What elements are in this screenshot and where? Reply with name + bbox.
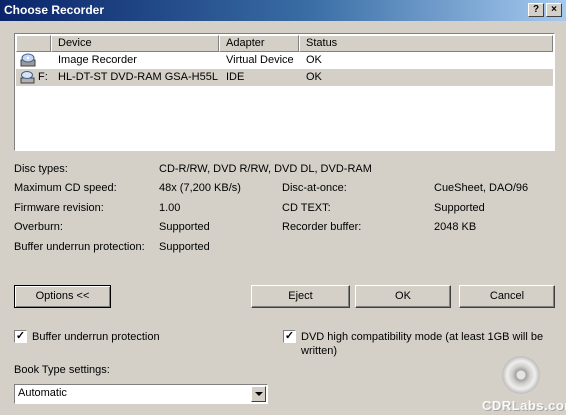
column-header-adapter[interactable]: Adapter [219,35,299,52]
eject-button[interactable]: Eject [251,285,350,308]
buffer-underrun-checkbox[interactable]: ✓ [14,330,27,343]
device-row-image-recorder[interactable]: Image Recorder Virtual Device OK [16,52,553,69]
disc-types-label: Disc types: [14,163,68,175]
book-type-label: Book Type settings: [14,364,110,376]
close-button[interactable]: × [546,3,562,17]
device-status: OK [306,54,322,66]
max-speed-label: Maximum CD speed: [14,182,117,194]
cdtext-label: CD TEXT: [282,202,331,214]
window-title: Choose Recorder [4,3,105,17]
cdtext-value: Supported [434,202,485,214]
column-header-icon[interactable] [16,35,51,52]
firmware-label: Firmware revision: [14,202,104,214]
watermark: CDRLabs.com [482,398,566,413]
ok-button[interactable]: OK [355,285,451,308]
title-bar: Choose Recorder ? × [0,0,566,21]
overburn-value: Supported [159,221,210,233]
book-type-value: Automatic [18,387,67,399]
book-type-select[interactable]: Automatic [14,384,268,404]
dao-value: CueSheet, DAO/96 [434,182,529,194]
device-status: OK [306,71,322,83]
recorder-buffer-value: 2048 KB [434,221,477,233]
dvd-compat-checkbox[interactable]: ✓ [283,330,296,343]
dao-label: Disc-at-once: [282,182,347,194]
device-name: HL-DT-ST DVD-RAM GSA-H55L [58,71,218,83]
overburn-label: Overburn: [14,221,63,233]
disc-types-value: CD-R/RW, DVD R/RW, DVD DL, DVD-RAM [159,163,372,175]
optical-drive-icon [20,70,38,91]
device-adapter: IDE [226,71,245,83]
buffer-underrun-info-label: Buffer underrun protection: [14,241,145,253]
buffer-underrun-info-value: Supported [159,241,210,253]
firmware-value: 1.00 [159,202,181,214]
help-button[interactable]: ? [528,3,544,17]
device-name: Image Recorder [58,54,137,66]
column-header-status[interactable]: Status [299,35,553,52]
dvd-compat-label-line1[interactable]: DVD high compatibility mode (at least 1G… [301,331,543,343]
cancel-button[interactable]: Cancel [459,285,555,308]
dropdown-arrow-icon[interactable] [251,386,266,402]
buffer-underrun-checkbox-label[interactable]: Buffer underrun protection [32,331,160,343]
device-list[interactable]: Device Adapter Status Image Recorder Vir… [14,33,555,151]
recorder-buffer-label: Recorder buffer: [282,221,362,233]
dvd-compat-label-line2[interactable]: written) [301,345,337,357]
device-adapter: Virtual Device [226,54,294,66]
max-speed-value: 48x (7,200 KB/s) [159,182,241,194]
device-row-dvd-drive[interactable]: F: HL-DT-ST DVD-RAM GSA-H55L IDE OK [16,69,553,86]
column-header-device[interactable]: Device [51,35,219,52]
options-button[interactable]: Options << [14,285,111,308]
drive-letter: F: [38,71,48,83]
disc-icon [502,356,540,394]
device-list-header: Device Adapter Status [16,35,553,52]
